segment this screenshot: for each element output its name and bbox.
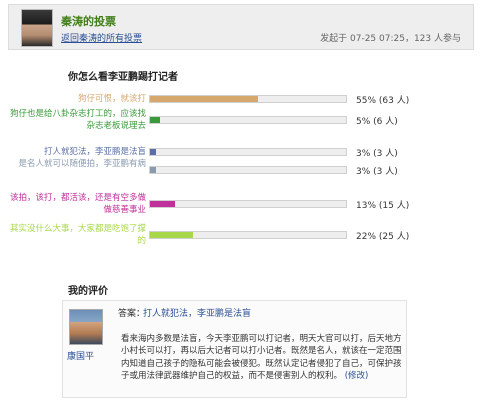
user-name-link[interactable]: 康国平 — [67, 349, 94, 362]
owner-avatar[interactable] — [21, 9, 53, 47]
poll-option-bar-fill — [150, 232, 194, 238]
poll-option-label: 打人就犯法，李亚鹏是法盲 — [43, 147, 146, 157]
answer-prefix: 答案： — [118, 309, 146, 319]
poll-meta: 发起于 07-25 07:25，123 人参与 — [320, 34, 461, 44]
poll-option-stat: 13% (15 人) — [356, 201, 410, 211]
poll-option-bar — [149, 231, 347, 239]
poll-option-bar-fill — [150, 96, 258, 102]
poll-option-bar — [149, 116, 347, 124]
poll-option-stat: 3% (3 人) — [356, 149, 398, 159]
back-to-all-polls-link[interactable]: 返回秦涛的所有投票 — [61, 31, 142, 44]
poll-header: 秦涛的投票 返回秦涛的所有投票 发起于 07-25 07:25，123 人参与 — [8, 4, 474, 50]
poll-option-stat: 55% (63 人) — [356, 96, 410, 106]
poll-option-bar-fill — [150, 167, 156, 173]
poll-option-bar — [149, 166, 347, 174]
poll-option-bar-fill — [150, 117, 160, 123]
poll-option-label: 狗仔可恨，就该打 — [77, 94, 146, 104]
poll-option-bar — [149, 200, 347, 208]
user-avatar[interactable] — [69, 309, 103, 345]
poll-option-label: 狗仔也是给八卦杂志打工的，应该找杂志老板说理去 — [9, 109, 146, 131]
poll-option-label: 该拍，该打，都活该，还是有空多做做慈善事业 — [9, 193, 146, 215]
poll-question: 你怎么看李亚鹏踢打记者 — [68, 72, 178, 83]
poll-option-stat: 5% (6 人) — [356, 117, 398, 127]
my-evaluation-title: 我的评价 — [68, 286, 108, 297]
poll-owner-title[interactable]: 秦涛的投票 — [61, 13, 116, 29]
edit-comment-link[interactable]: (修改) — [345, 371, 369, 381]
evaluation-comment: 看来海内多数是法盲，今天李亚鹏可以打记者，明天大官可以打，后天地方小村长可以打，… — [121, 333, 403, 382]
poll-option-stat: 22% (25 人) — [356, 232, 410, 242]
poll-option-bar-fill — [150, 149, 156, 155]
poll-option-bar — [149, 148, 347, 156]
poll-option-stat: 3% (3 人) — [356, 167, 398, 177]
poll-option-label: 其实没什么大事，大家都是吃饱了撑的 — [9, 224, 146, 246]
selected-answer-link[interactable]: 打人就犯法，李亚鹏是法盲 — [143, 306, 251, 319]
poll-option-bar — [149, 95, 347, 103]
poll-option-bar-fill — [150, 201, 176, 207]
poll-option-label: 是名人就可以随便拍，李亚鹏有病 — [18, 159, 146, 169]
